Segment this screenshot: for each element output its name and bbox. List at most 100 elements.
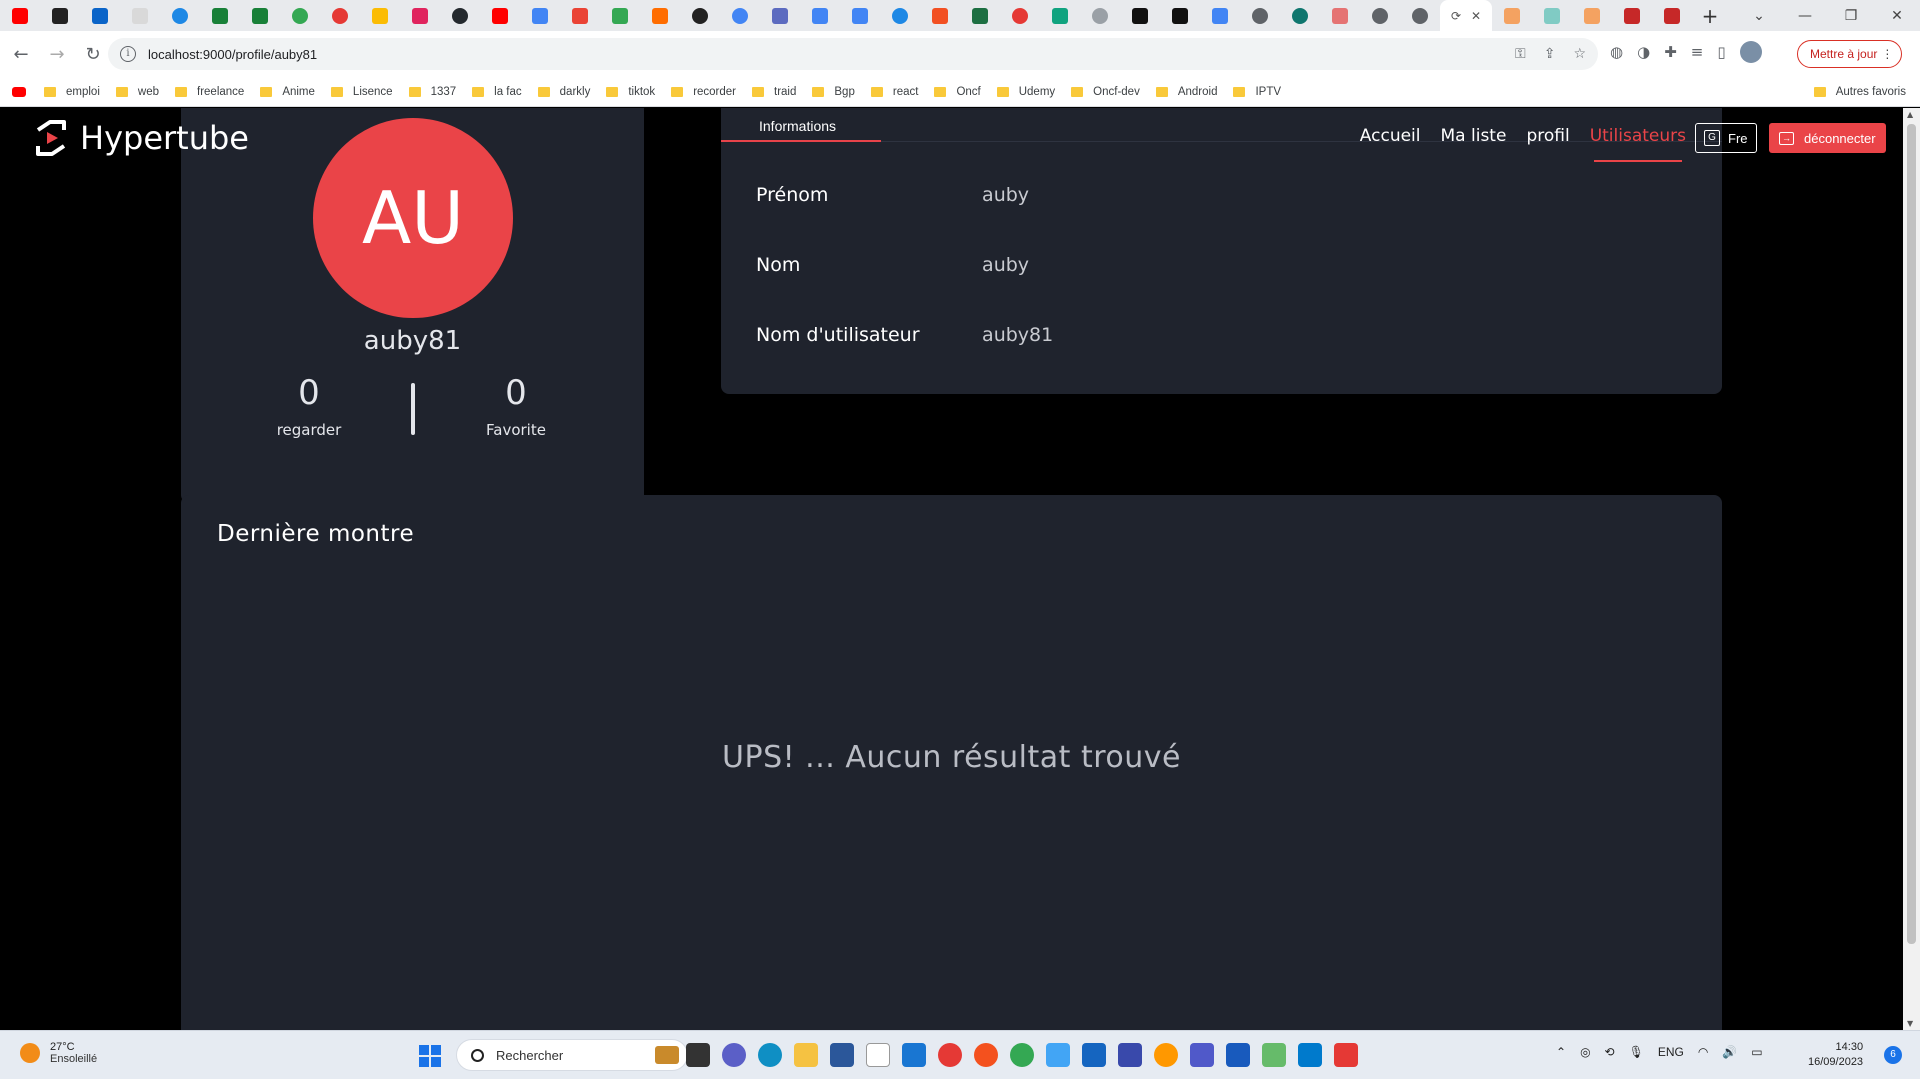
tab[interactable] — [640, 0, 680, 31]
tab[interactable] — [1160, 0, 1200, 31]
tab[interactable] — [760, 0, 800, 31]
notepad-icon[interactable] — [866, 1043, 890, 1067]
back-icon[interactable]: ← — [6, 44, 36, 65]
tab[interactable] — [880, 0, 920, 31]
vscode-icon[interactable] — [1298, 1043, 1322, 1067]
tab[interactable] — [1000, 0, 1040, 31]
bookmark-folder[interactable]: IPTV — [1233, 86, 1281, 98]
tab[interactable] — [400, 0, 440, 31]
forward-icon[interactable]: → — [42, 44, 72, 65]
tray-app-icon[interactable]: ◎ — [1580, 1045, 1590, 1059]
key-icon[interactable]: ⚿ — [1515, 46, 1526, 62]
tab[interactable] — [1652, 0, 1692, 31]
bookmark-folder[interactable]: 1337 — [408, 86, 456, 98]
tab[interactable] — [840, 0, 880, 31]
word-icon[interactable] — [1226, 1043, 1250, 1067]
tab[interactable] — [1320, 0, 1360, 31]
battery-icon[interactable]: ▭ — [1751, 1045, 1762, 1059]
bookmark-folder[interactable]: tiktok — [606, 86, 655, 98]
edge-icon[interactable] — [758, 1043, 782, 1067]
url-text[interactable]: localhost:9000/profile/auby81 — [148, 47, 317, 62]
app-icon[interactable] — [1046, 1043, 1070, 1067]
app-icon[interactable] — [1154, 1043, 1178, 1067]
profile-avatar[interactable] — [1739, 41, 1762, 63]
address-bar[interactable]: i localhost:9000/profile/auby81 ⚿ ⇪ ☆ — [108, 38, 1598, 70]
menu-icon[interactable]: ⋮ — [1881, 41, 1893, 67]
close-window-icon[interactable]: ✕ — [1874, 8, 1920, 24]
page-scrollbar[interactable]: ▲ ▼ — [1903, 108, 1920, 1030]
bookmark-folder[interactable]: react — [870, 86, 918, 98]
tab[interactable] — [600, 0, 640, 31]
extension-icon[interactable]: ◍ — [1610, 43, 1623, 61]
snipping-tool-icon[interactable] — [1334, 1043, 1358, 1067]
active-tab[interactable]: ⟳ ✕ — [1440, 0, 1492, 31]
tab[interactable] — [320, 0, 360, 31]
bookmark-folder[interactable]: emploi — [44, 86, 100, 98]
site-info-icon[interactable]: i — [120, 46, 136, 62]
bookmark-folder[interactable]: Oncf — [934, 86, 981, 98]
tab-search-icon[interactable]: ⌄ — [1736, 8, 1782, 24]
sync-icon[interactable]: ⟲ — [1605, 1045, 1615, 1059]
tab[interactable] — [1400, 0, 1440, 31]
bookmark-folder[interactable]: Android — [1155, 86, 1217, 98]
postman-icon[interactable] — [974, 1043, 998, 1067]
tab[interactable] — [40, 0, 80, 31]
bookmark-folder[interactable]: Oncf-dev — [1071, 86, 1140, 98]
bookmark-folder[interactable]: Lisence — [330, 86, 393, 98]
nav-users[interactable]: Utilisateurs — [1590, 126, 1686, 162]
tab[interactable] — [80, 0, 120, 31]
chat-icon[interactable] — [722, 1043, 746, 1067]
chrome-icon[interactable] — [1010, 1043, 1034, 1067]
tab[interactable] — [1612, 0, 1652, 31]
tab[interactable] — [1572, 0, 1612, 31]
bookmark-folder[interactable]: darkly — [537, 86, 590, 98]
weather-widget[interactable]: 27°C Ensoleillé — [20, 1041, 97, 1065]
tab[interactable] — [360, 0, 400, 31]
puzzle-icon[interactable]: ✚ — [1664, 43, 1677, 61]
wifi-icon[interactable]: ◠ — [1698, 1045, 1708, 1059]
reading-list-icon[interactable]: ≡ — [1691, 43, 1704, 61]
update-button[interactable]: Mettre à jour ⋮ — [1797, 40, 1903, 68]
bookmark-folder[interactable]: la fac — [472, 86, 522, 98]
tab[interactable] — [1080, 0, 1120, 31]
tab[interactable] — [280, 0, 320, 31]
bookmark-folder[interactable]: Bgp — [812, 86, 855, 98]
tab-youtube[interactable] — [0, 0, 40, 31]
scroll-thumb[interactable] — [1907, 124, 1916, 944]
nav-profile[interactable]: profil — [1526, 126, 1569, 146]
nav-home[interactable]: Accueil — [1360, 126, 1421, 146]
tab[interactable] — [800, 0, 840, 31]
tab[interactable] — [1240, 0, 1280, 31]
tab[interactable] — [680, 0, 720, 31]
microphone-icon[interactable]: 🎙 — [1629, 1045, 1644, 1059]
bookmark-folder[interactable]: web — [115, 86, 159, 98]
tab[interactable] — [520, 0, 560, 31]
logout-button[interactable]: → déconnecter — [1769, 123, 1886, 153]
tab[interactable] — [1360, 0, 1400, 31]
opera-icon[interactable] — [938, 1043, 962, 1067]
other-bookmarks[interactable]: Autres favoris — [1813, 86, 1906, 98]
system-clock[interactable]: 14:30 16/09/2023 — [1808, 1040, 1863, 1070]
close-tab-icon[interactable]: ✕ — [1471, 9, 1481, 23]
notification-badge[interactable]: 6 — [1884, 1046, 1902, 1064]
language-indicator[interactable]: ENG — [1658, 1045, 1684, 1059]
new-tab-button[interactable]: + — [1692, 4, 1728, 28]
volume-icon[interactable]: 🔊 — [1722, 1045, 1737, 1059]
side-panel-icon[interactable]: ▯ — [1717, 43, 1725, 61]
tab[interactable] — [1040, 0, 1080, 31]
brand-logo[interactable]: Hypertube — [30, 118, 249, 158]
language-button[interactable]: G Fre — [1695, 123, 1757, 153]
restore-icon[interactable]: ❐ — [1828, 8, 1874, 24]
tab[interactable] — [1120, 0, 1160, 31]
bookmark-folder[interactable]: Anime — [260, 86, 315, 98]
taskbar-search[interactable]: Rechercher — [456, 1039, 688, 1071]
tab[interactable] — [1280, 0, 1320, 31]
file-explorer-icon[interactable] — [794, 1043, 818, 1067]
tab-gmail[interactable] — [560, 0, 600, 31]
tab[interactable] — [920, 0, 960, 31]
scroll-up-icon[interactable]: ▲ — [1907, 110, 1913, 119]
task-view-icon[interactable] — [686, 1043, 710, 1067]
tab[interactable] — [120, 0, 160, 31]
star-icon[interactable]: ☆ — [1573, 46, 1586, 62]
bookmark-folder[interactable]: traid — [752, 86, 796, 98]
